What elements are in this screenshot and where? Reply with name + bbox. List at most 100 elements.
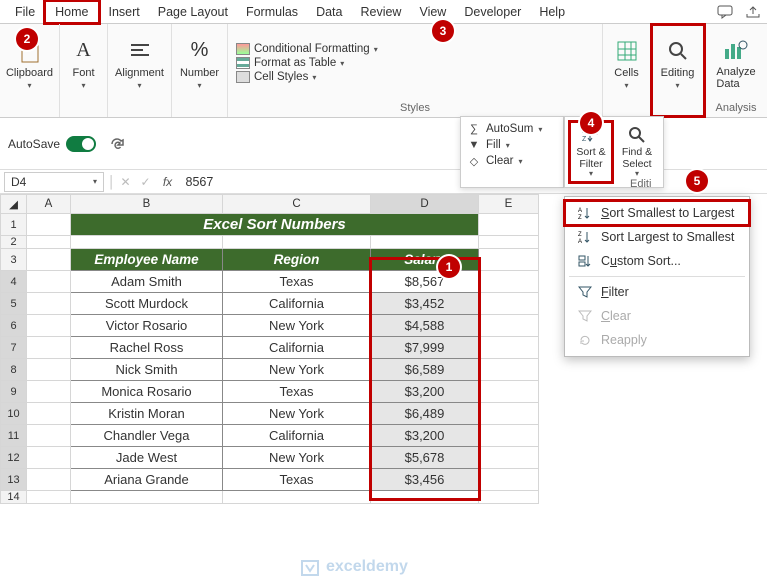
number-button[interactable]: % Number▾ (176, 28, 224, 98)
fx-icon[interactable]: fx (156, 175, 180, 189)
find-icon (627, 125, 647, 145)
cell[interactable]: Chandler Vega (71, 425, 223, 447)
autosum-button[interactable]: ∑AutoSum ▾ (467, 121, 557, 137)
tab-developer[interactable]: Developer (455, 2, 530, 22)
share-icon[interactable] (741, 2, 765, 22)
cell[interactable]: Ariana Grande (71, 469, 223, 491)
cell[interactable]: Texas (223, 271, 371, 293)
cell[interactable]: New York (223, 359, 371, 381)
cells-icon (613, 37, 641, 65)
menu-sort-smallest-to-largest[interactable]: AZ Sort Smallest to Largest (565, 201, 749, 225)
tab-formulas[interactable]: Formulas (237, 2, 307, 22)
quick-access-strip: AutoSave ∑AutoSum ▾ ▼Fill ▾ ◇Clear ▾ AZ … (0, 118, 767, 170)
conditional-formatting-button[interactable]: Conditional Formatting ▾ (236, 43, 378, 55)
row-11[interactable]: 11 (1, 425, 27, 447)
cell[interactable]: New York (223, 403, 371, 425)
menu-custom-sort[interactable]: Custom Sort... (565, 249, 749, 273)
row-4[interactable]: 4 (1, 271, 27, 293)
col-a[interactable]: A (27, 195, 71, 214)
enter-icon[interactable]: ✓ (136, 175, 156, 189)
tab-file[interactable]: File (6, 2, 44, 22)
cell[interactable]: $3,200 (371, 381, 479, 403)
redo-icon[interactable] (108, 135, 126, 153)
comments-icon[interactable] (713, 2, 737, 22)
cell[interactable]: California (223, 337, 371, 359)
row-2[interactable]: 2 (1, 236, 27, 249)
row-10[interactable]: 10 (1, 403, 27, 425)
col-e[interactable]: E (479, 195, 539, 214)
menu-filter[interactable]: Filter (565, 280, 749, 304)
row-13[interactable]: 13 (1, 469, 27, 491)
row-3[interactable]: 3 (1, 249, 27, 271)
cell[interactable]: New York (223, 447, 371, 469)
select-all-cell[interactable]: ◢ (1, 195, 27, 214)
col-d[interactable]: D (371, 195, 479, 214)
cell[interactable]: Kristin Moran (71, 403, 223, 425)
ribbon-tabs: File Home Insert Page Layout Formulas Da… (0, 0, 767, 24)
menu-reapply: Reapply (565, 328, 749, 352)
tab-page-layout[interactable]: Page Layout (149, 2, 237, 22)
cell[interactable]: New York (223, 315, 371, 337)
fmt-table-icon (236, 57, 250, 69)
fill-button[interactable]: ▼Fill ▾ (467, 137, 557, 153)
tab-help[interactable]: Help (530, 2, 574, 22)
cell[interactable]: $3,200 (371, 425, 479, 447)
reapply-icon (577, 332, 593, 348)
sort-filter-menu: AZ Sort Smallest to Largest ZA Sort Larg… (564, 196, 750, 357)
cell[interactable]: Scott Murdock (71, 293, 223, 315)
alignment-button[interactable]: Alignment▾ (116, 28, 164, 98)
svg-text:A: A (578, 239, 582, 244)
cell[interactable]: Texas (223, 469, 371, 491)
ribbon: Clipboard▾ A Font▾ Alignment▾ % Number▾ … (0, 24, 767, 118)
menu-sort-largest-to-smallest[interactable]: ZA Sort Largest to Smallest (565, 225, 749, 249)
editing-button[interactable]: Editing▾ (654, 28, 702, 98)
row-12[interactable]: 12 (1, 447, 27, 469)
clear-button[interactable]: ◇Clear ▾ (467, 153, 557, 169)
analyze-label: Analyze Data (716, 66, 755, 90)
cell[interactable]: $3,456 (371, 469, 479, 491)
col-b[interactable]: B (71, 195, 223, 214)
cell[interactable]: $6,489 (371, 403, 479, 425)
cancel-icon[interactable]: ✕ (116, 175, 136, 189)
cell[interactable]: Monica Rosario (71, 381, 223, 403)
row-9[interactable]: 9 (1, 381, 27, 403)
cell[interactable]: Adam Smith (71, 271, 223, 293)
tab-view[interactable]: View (410, 2, 455, 22)
find-select-button[interactable]: Find & Select▾ (615, 121, 659, 183)
row-1[interactable]: 1 (1, 214, 27, 236)
analyze-data-button[interactable]: Analyze Data (712, 28, 760, 98)
cell[interactable]: Jade West (71, 447, 223, 469)
row-8[interactable]: 8 (1, 359, 27, 381)
cell[interactable]: $8,567 (371, 271, 479, 293)
row-6[interactable]: 6 (1, 315, 27, 337)
menu-clear: Clear (565, 304, 749, 328)
col-c[interactable]: C (223, 195, 371, 214)
cell[interactable]: California (223, 425, 371, 447)
cell[interactable]: $6,589 (371, 359, 479, 381)
row-14[interactable]: 14 (1, 491, 27, 504)
cell[interactable]: $5,678 (371, 447, 479, 469)
cells-button[interactable]: Cells▾ (603, 28, 651, 98)
cell[interactable]: California (223, 293, 371, 315)
cell[interactable]: Rachel Ross (71, 337, 223, 359)
tab-home[interactable]: Home (44, 0, 99, 24)
cell[interactable]: Texas (223, 381, 371, 403)
font-button[interactable]: A Font▾ (60, 28, 108, 98)
cell[interactable]: $3,452 (371, 293, 479, 315)
cell-styles-button[interactable]: Cell Styles ▾ (236, 71, 378, 83)
row-7[interactable]: 7 (1, 337, 27, 359)
callout-badge-1: 1 (438, 256, 460, 278)
svg-text:A: A (578, 208, 582, 214)
sort-asc-icon: AZ (577, 205, 593, 221)
cell[interactable]: $7,999 (371, 337, 479, 359)
row-5[interactable]: 5 (1, 293, 27, 315)
cell[interactable]: $4,588 (371, 315, 479, 337)
name-box[interactable]: D4▾ (4, 172, 104, 192)
tab-review[interactable]: Review (351, 2, 410, 22)
tab-insert[interactable]: Insert (100, 2, 149, 22)
autosave-toggle[interactable] (66, 136, 96, 152)
tab-data[interactable]: Data (307, 2, 351, 22)
cell[interactable]: Victor Rosario (71, 315, 223, 337)
format-as-table-button[interactable]: Format as Table ▾ (236, 57, 378, 69)
cell[interactable]: Nick Smith (71, 359, 223, 381)
